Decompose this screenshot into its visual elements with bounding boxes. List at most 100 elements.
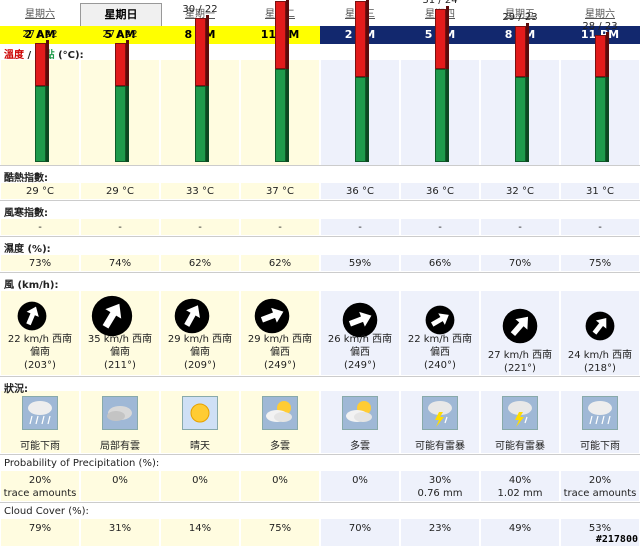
condition-text: 局部有雲 [100,441,140,452]
dewpoint-bar [115,85,126,162]
thunderstorm-icon [422,396,458,430]
wind-chill-value: - [278,222,282,233]
condition-text: 可能下雨 [20,441,60,452]
pop-value: 0% [272,475,288,486]
temp-label: 溫度 [4,50,24,61]
bar-shadow [46,40,49,86]
pop-value: 0% [352,475,368,486]
humidity-value: 62% [188,258,212,269]
feels-like-value: 36 °C [426,186,454,197]
wind-speed-text: 29 km/h 西南 [167,334,233,345]
cloud-cover-value: 79% [28,523,52,534]
bar-shadow [206,85,209,162]
temp-label-sep: / [24,50,35,61]
wind-degrees-text: (209°) [184,360,216,371]
precip-amount: 0.76 mm [417,488,463,499]
divider [0,165,640,166]
wind-chill-value: - [438,222,442,233]
wind-speed-text: 27 km/h 西南 [487,350,553,361]
cloudy-sun-icon [342,396,378,430]
wind-direction-arrow-icon [91,295,133,337]
wind-chill-value: - [38,222,42,233]
temp-bar [275,0,286,69]
cloud-cover-value: 53% [588,523,612,534]
dewpoint-bar [275,68,286,162]
feels-like-value: 37 °C [266,186,294,197]
partly-cloudy-night-icon [102,396,138,430]
bar-shadow [126,85,129,162]
temp-value-label: 31 / 24 [422,0,458,6]
cloud-cover-value: 23% [428,523,452,534]
pop-value: 20% [28,475,52,486]
sun-icon [182,396,218,430]
wind-speed-text: 35 km/h 西南 [87,334,153,345]
wind-degrees-text: (203°) [24,360,56,371]
dewpoint-bar [35,85,46,162]
condition-text: 多雲 [270,441,290,452]
temp-unit-label: (°C): [54,50,84,61]
dewpoint-bar [595,77,606,162]
cloud-cover-value: 70% [348,523,372,534]
divider [0,502,640,503]
divider [0,454,640,455]
day-tab-1[interactable]: 星期日 [80,3,162,26]
wind-degrees-text: (221°) [504,363,536,374]
bar-shadow [526,77,529,162]
wind-direction-arrow-icon [425,305,455,335]
wind-direction-text: 偏南 [190,347,210,358]
temp-value-label: 29 / 23 [502,12,538,23]
watermark-text: #217800 [595,534,638,545]
wind-speed-text: 22 km/h 西南 [7,334,73,345]
cloud-cover-value: 49% [508,523,532,534]
wind-speed-text: 29 km/h 西南 [247,334,313,345]
wind-label: 風 (km/h): [4,280,59,291]
dewpoint-bar [515,77,526,162]
wind-degrees-text: (211°) [104,360,136,371]
temp-bar [355,0,366,77]
wind-direction-text: 偏南 [110,347,130,358]
humidity-label: 濕度 (%): [4,244,51,255]
feels-like-value: 29 °C [106,186,134,197]
divider [0,272,640,273]
cloudy-sun-icon [262,396,298,430]
wind-direction-arrow-icon [174,298,210,334]
humidity-value: 62% [268,258,292,269]
condition-text: 可能有雷暴 [415,441,465,452]
thunderstorm-icon [502,396,538,430]
temp-bar [595,34,606,77]
dewpoint-bar [355,77,366,162]
temp-value-label: 27 / 22 [102,29,138,40]
dewpoint-bar [195,85,206,162]
dewpoint-bar [435,68,446,162]
humidity-value: 74% [108,258,132,269]
precip-amount: trace amounts [563,488,637,499]
feels-like-value: 36 °C [346,186,374,197]
pop-value: 20% [588,475,612,486]
bar-shadow [526,23,529,77]
feels-like-label: 酷熱指數: [4,173,48,184]
day-tab-0[interactable]: 星期六 [0,4,80,26]
temp-bar [195,17,206,86]
bar-shadow [206,14,209,86]
bar-shadow [446,68,449,162]
pop-value: 0% [192,475,208,486]
bar-shadow [286,68,289,162]
wind-speed-text: 26 km/h 西南 [327,334,393,345]
precip-amount: trace amounts [3,488,77,499]
feels-like-value: 33 °C [186,186,214,197]
wind-direction-arrow-icon [585,311,615,341]
rain-cloud-icon [22,396,58,430]
temp-bar [115,43,126,86]
temp-value-label: 30 / 22 [182,3,218,15]
wind-chill-value: - [598,222,602,233]
wind-direction-arrow-icon [342,302,378,338]
wind-degrees-text: (249°) [344,360,376,371]
divider [0,236,640,237]
wind-direction-text: 偏西 [430,347,450,358]
cloud-cover-label: Cloud Cover (%): [4,506,89,517]
wind-chill-value: - [118,222,122,233]
feels-like-value: 29 °C [26,186,54,197]
bar-shadow [366,77,369,162]
precip-amount: 1.02 mm [497,488,543,499]
divider [0,200,640,201]
